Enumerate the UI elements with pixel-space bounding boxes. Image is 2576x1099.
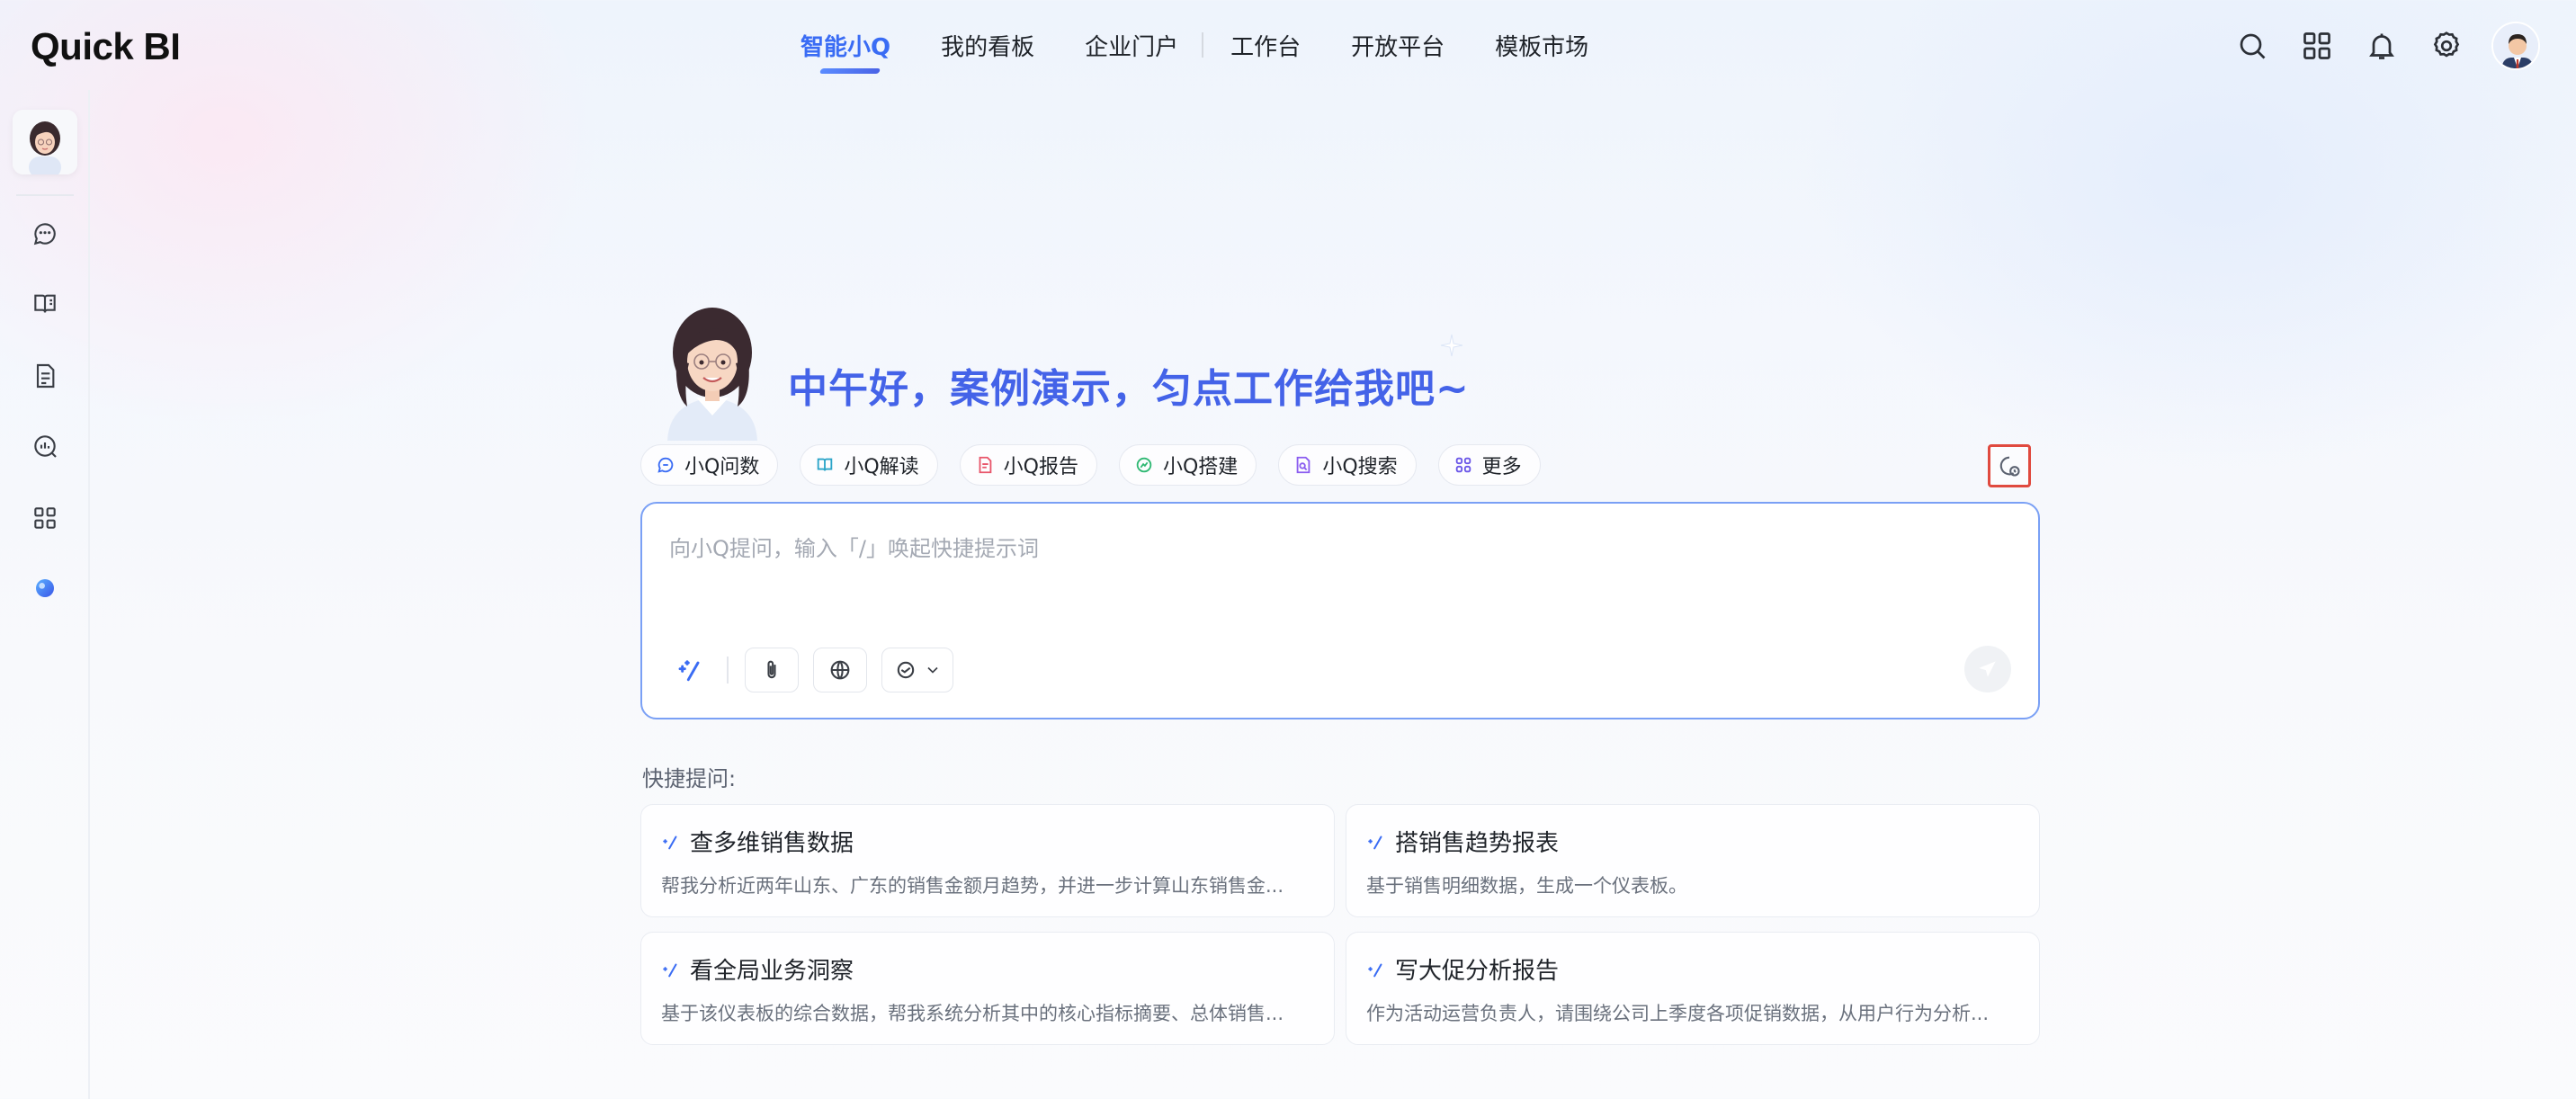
report-icon [975, 455, 995, 475]
chip-label: 小Q解读 [844, 456, 919, 478]
nav-my-dashboard[interactable]: 我的看板 [941, 29, 1034, 62]
web-search-button[interactable] [813, 648, 867, 692]
sparkle-icon [1440, 334, 1463, 357]
chip-interpret[interactable]: 小Q解读 [800, 444, 938, 486]
greeting-hero: 中午好，案例演示，匀点工作给我吧~ [640, 297, 2040, 441]
more-grid-icon [1453, 455, 1473, 475]
model-select-dropdown[interactable] [881, 648, 953, 692]
card-title: 查多维销售数据 [690, 830, 854, 857]
send-icon [1979, 661, 1996, 677]
chat-data-icon [656, 455, 675, 475]
question-input-box[interactable]: 向小Q提问，输入「/」唤起快捷提示词 [640, 502, 2040, 719]
grid-apps-icon[interactable] [2294, 22, 2340, 69]
card-description: 作为活动运营负责人，请围绕公司上季度各项促销数据，从用户行为分析... [1366, 1003, 1990, 1024]
skill-chips: 小Q问数 小Q解读 小Q报告 小Q搭建 小Q搜索 更多 [640, 444, 1562, 486]
prompt-wand-icon [1366, 832, 1386, 852]
chip-label: 小Q问数 [684, 456, 760, 478]
model-icon [897, 661, 915, 679]
nav-enterprise-portal[interactable]: 企业门户 [1085, 29, 1178, 62]
chip-report[interactable]: 小Q报告 [959, 444, 1097, 486]
chip-label: 更多 [1481, 456, 1522, 478]
header-actions [2211, 22, 2540, 70]
paperclip-icon [767, 660, 776, 679]
analysis-search-icon[interactable] [27, 428, 63, 464]
chip-build[interactable]: 小Q搭建 [1118, 444, 1257, 486]
globe-icon [830, 660, 850, 680]
chip-label: 小Q报告 [1003, 456, 1078, 478]
prompt-wand-icon [661, 960, 681, 979]
nav-smart-q[interactable]: 智能小Q [801, 29, 890, 62]
quick-card-business-insight[interactable]: 看全局业务洞察 基于该仪表板的综合数据，帮我系统分析其中的核心指标摘要、总体销售… [640, 932, 1335, 1045]
orb-toggle-icon[interactable] [27, 570, 63, 606]
nav-template-market[interactable]: 模板市场 [1495, 29, 1588, 62]
input-toolbar [669, 648, 968, 692]
book-icon [815, 455, 835, 475]
chip-label: 小Q搭建 [1162, 456, 1239, 478]
chip-more[interactable]: 更多 [1437, 444, 1541, 486]
quick-bi-logo[interactable]: Quick BI [31, 25, 181, 68]
card-description: 帮我分析近两年山东、广东的销售金额月趋势，并进一步计算山东销售金... [661, 875, 1284, 897]
left-sidebar [0, 90, 90, 1099]
quick-card-promo-report[interactable]: 写大促分析报告 作为活动运营负责人，请围绕公司上季度各项促销数据，从用户行为分析… [1346, 932, 2040, 1045]
toolbar-divider [727, 657, 729, 684]
history-icon [1999, 456, 2020, 477]
assistant-avatar[interactable] [13, 110, 77, 174]
doc-search-icon [1293, 455, 1313, 475]
gear-icon[interactable] [2423, 22, 2470, 69]
attachment-button[interactable] [745, 648, 799, 692]
prompt-magic-icon[interactable] [669, 648, 712, 692]
chip-ask-data[interactable]: 小Q问数 [640, 444, 779, 486]
send-button[interactable] [1964, 646, 2011, 692]
top-header: Quick BI 智能小Q 我的看板 企业门户 工作台 开放平台 模板市场 [0, 0, 2576, 90]
card-description: 基于销售明细数据，生成一个仪表板。 [1366, 875, 1687, 897]
report-doc-icon[interactable] [27, 358, 63, 394]
assistant-illustration [640, 297, 784, 441]
sidebar-divider [16, 194, 74, 196]
chip-label: 小Q搜索 [1322, 456, 1398, 478]
quick-card-sales-trend[interactable]: 搭销售趋势报表 基于销售明细数据，生成一个仪表板。 [1346, 804, 2040, 917]
nav-divider [1202, 32, 1204, 58]
main-nav: 智能小Q 我的看板 企业门户 工作台 开放平台 模板市场 [801, 27, 1639, 63]
search-icon[interactable] [2229, 22, 2276, 69]
nav-open-platform[interactable]: 开放平台 [1351, 29, 1445, 62]
question-input[interactable]: 向小Q提问，输入「/」唤起快捷提示词 [669, 531, 1039, 562]
bell-icon[interactable] [2358, 22, 2405, 69]
greeting-title: 中午好，案例演示，匀点工作给我吧~ [788, 366, 1470, 412]
quick-questions-label: 快捷提问: [642, 766, 737, 791]
nav-workbench[interactable]: 工作台 [1230, 29, 1301, 62]
chevron-down-icon [927, 666, 938, 674]
prompt-wand-icon [661, 832, 681, 852]
chip-search[interactable]: 小Q搜索 [1278, 444, 1417, 486]
user-avatar[interactable] [2491, 22, 2540, 70]
book-interpret-icon[interactable] [27, 286, 63, 322]
card-title: 搭销售趋势报表 [1395, 830, 1560, 857]
chat-question-icon[interactable] [27, 216, 63, 252]
build-icon [1134, 455, 1154, 475]
card-description: 基于该仪表板的综合数据，帮我系统分析其中的核心指标摘要、总体销售... [661, 1003, 1284, 1024]
apps-grid-icon[interactable] [27, 500, 63, 536]
card-title: 看全局业务洞察 [690, 958, 854, 985]
prompt-wand-icon [1366, 960, 1386, 979]
card-title: 写大促分析报告 [1395, 958, 1560, 985]
history-settings-button[interactable] [1988, 444, 2031, 487]
quick-card-multidim-sales[interactable]: 查多维销售数据 帮我分析近两年山东、广东的销售金额月趋势，并进一步计算山东销售金… [640, 804, 1335, 917]
